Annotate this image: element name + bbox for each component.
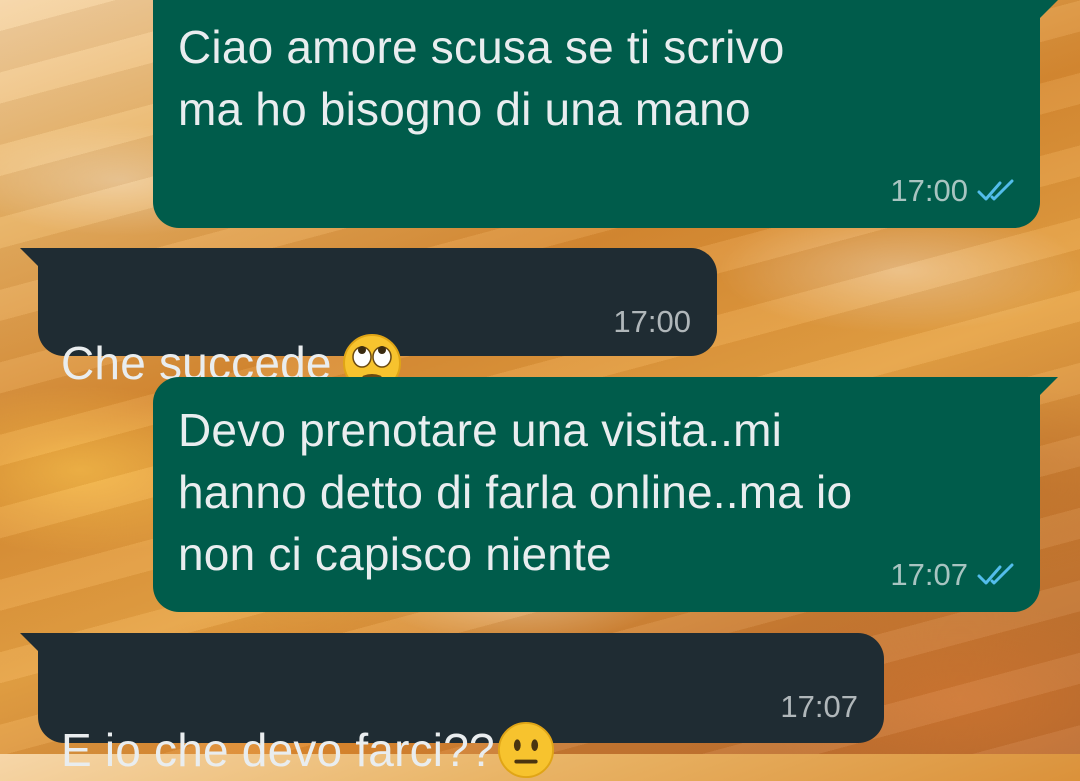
- bubble-tail: [1038, 377, 1058, 397]
- message-bubble-incoming[interactable]: Che succede 17:00: [20, 248, 717, 392]
- message-content: Che succede: [61, 270, 402, 394]
- bubble-tail: [20, 248, 40, 268]
- message-time: 17:00: [890, 173, 968, 208]
- message-text: E io che devo farci??: [61, 724, 495, 776]
- message-meta: 17:00: [890, 173, 1018, 209]
- double-check-read-icon: [977, 179, 1014, 201]
- bubble-tail: [1038, 0, 1058, 20]
- message-meta: 17:00: [613, 304, 691, 340]
- message-time: 17:07: [890, 557, 968, 592]
- neutral-face-icon: [497, 721, 554, 778]
- message-meta: 17:07: [780, 689, 858, 725]
- bubble-tail: [20, 633, 40, 653]
- double-check-read-icon: [977, 563, 1014, 585]
- message-bubble-incoming[interactable]: E io che devo farci?? 17:07: [20, 633, 884, 778]
- message-bubble-outgoing[interactable]: Ciao amore scusa se ti scrivo ma ho biso…: [153, 0, 1058, 228]
- message-text: Ciao amore scusa se ti scrivo ma ho biso…: [178, 21, 785, 135]
- message-bubble-outgoing[interactable]: Devo prenotare una visita..mi hanno dett…: [153, 377, 1058, 612]
- message-meta: 17:07: [890, 557, 1018, 593]
- message-content: E io che devo farci??: [61, 657, 555, 781]
- message-time: 17:00: [613, 304, 691, 339]
- message-text: Devo prenotare una visita..mi hanno dett…: [178, 404, 853, 580]
- message-time: 17:07: [780, 689, 858, 724]
